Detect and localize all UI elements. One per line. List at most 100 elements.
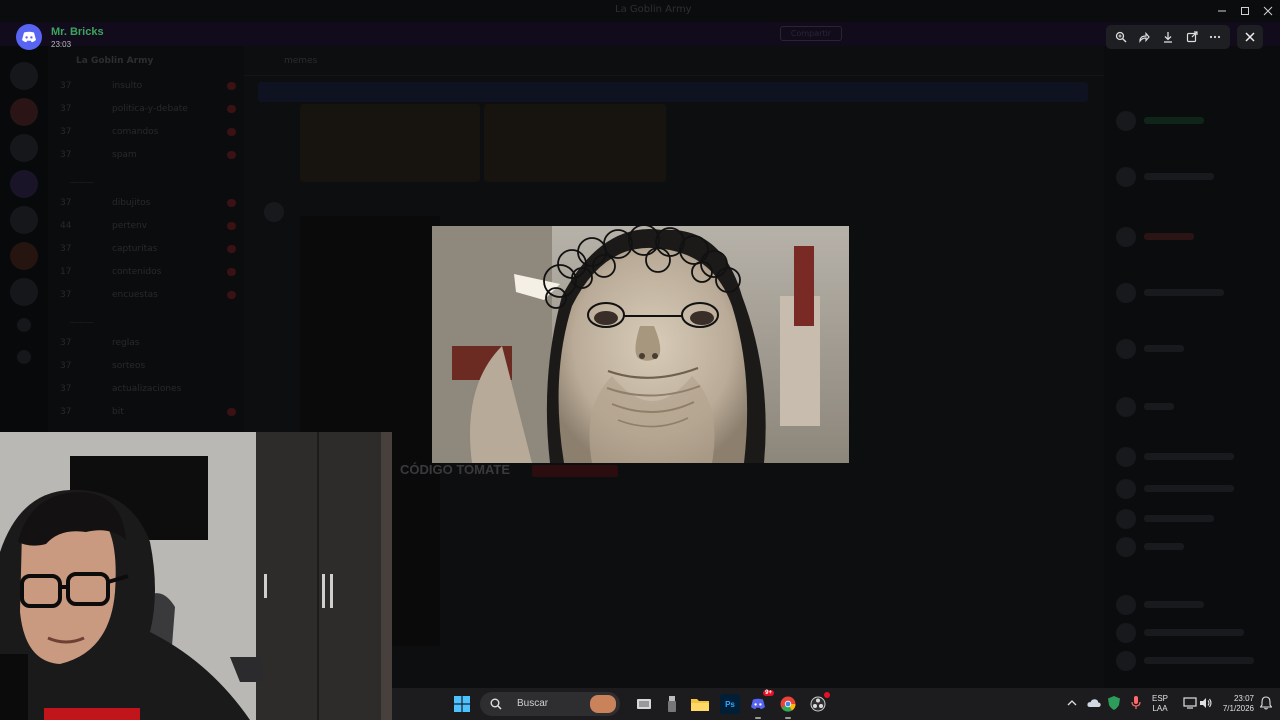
chat-image[interactable] [300, 104, 480, 182]
tray-defender[interactable] [1106, 695, 1122, 711]
taskbar-clock[interactable]: 23:07 7/1/2026 [1214, 694, 1254, 714]
member-item[interactable] [1116, 338, 1266, 360]
chevron-up-icon [1067, 700, 1077, 706]
search-highlight-icon [590, 695, 616, 713]
member-item[interactable] [1116, 536, 1266, 558]
forward-button[interactable] [1135, 28, 1153, 46]
server-icon[interactable] [10, 98, 38, 126]
message-avatar[interactable] [264, 202, 284, 222]
member-item[interactable] [1116, 446, 1266, 468]
language-code: ESP [1152, 694, 1169, 703]
discord-badge: 9+ [763, 690, 774, 696]
member-item[interactable] [1116, 282, 1266, 304]
chrome-icon [780, 696, 796, 712]
channel-item[interactable]: 37 sorteos [48, 358, 244, 376]
recording-dot-icon [824, 692, 830, 698]
download-icon [1163, 32, 1172, 43]
folder-icon [691, 699, 709, 711]
channel-item[interactable]: 37 encuestas [48, 287, 244, 305]
member-item[interactable] [1116, 594, 1266, 616]
tray-network[interactable] [1182, 695, 1198, 711]
tray-volume[interactable] [1198, 695, 1214, 711]
app-running-indicator [755, 717, 761, 719]
taskbar: Buscar Ps 9+ ESP LAA 23:07 7/1/2026 [392, 688, 1280, 720]
taskbar-app-chrome[interactable] [778, 694, 798, 719]
viewer-close-button[interactable] [1237, 25, 1263, 49]
input-language[interactable]: ESP LAA [1152, 694, 1168, 714]
code-tomate-banner: CÓDIGO TOMATE [392, 462, 632, 478]
forward-icon [1139, 31, 1151, 43]
channel-item[interactable]: 37 spam [48, 147, 244, 165]
member-item[interactable] [1116, 622, 1266, 644]
channel-item[interactable]: 37 insulto [48, 78, 244, 96]
bell-icon [1260, 696, 1272, 710]
windows-start-icon[interactable] [454, 696, 470, 712]
member-item[interactable] [1116, 478, 1266, 500]
server-icon[interactable] [10, 278, 38, 306]
channel-item[interactable]: 37 reglas [48, 335, 244, 353]
download-button[interactable] [1159, 28, 1177, 46]
channel-item[interactable]: 37 dibujitos [48, 195, 244, 213]
taskview-button[interactable] [634, 694, 654, 714]
add-server-icon[interactable] [17, 318, 31, 332]
zoom-button[interactable] [1112, 28, 1130, 46]
viewer-username[interactable]: Mr. Bricks [51, 26, 104, 38]
taskbar-app-discord[interactable]: 9+ [748, 690, 774, 719]
viewer-toolbar [1106, 25, 1230, 49]
channel-item[interactable]: 44 pertenv [48, 218, 244, 236]
channel-item[interactable]: 17 contenidos [48, 264, 244, 282]
channel-item[interactable]: 37 actualizaciones [48, 381, 244, 399]
server-icon[interactable] [10, 134, 38, 162]
discord-icon [751, 698, 765, 710]
member-item[interactable] [1116, 650, 1266, 672]
tray-onedrive[interactable] [1086, 695, 1102, 711]
clock-time: 23:07 [1233, 694, 1254, 703]
viewed-image[interactable] [432, 226, 849, 463]
obs-icon [810, 696, 826, 712]
cloud-icon [1087, 699, 1101, 707]
chat-image[interactable] [484, 104, 666, 182]
more-button[interactable] [1206, 28, 1224, 46]
member-item[interactable] [1116, 396, 1266, 418]
discord-avatar[interactable] [16, 24, 42, 50]
channel-category[interactable]: ——— [70, 178, 94, 187]
pinned-banner[interactable] [258, 82, 1088, 102]
channel-item[interactable]: 37 bit [48, 404, 244, 422]
notification-button[interactable] [1258, 695, 1274, 711]
shield-icon [1108, 696, 1120, 710]
explore-icon[interactable] [17, 350, 31, 364]
meme-face-image [432, 226, 849, 463]
zoom-icon [1115, 31, 1127, 43]
image-viewer-header: Mr. Bricks 23:03 [0, 0, 1280, 76]
task-view-icon [637, 699, 651, 709]
taskbar-app-photoshop[interactable]: Ps [720, 694, 740, 714]
server-icon[interactable] [10, 170, 38, 198]
taskbar-app-explorer[interactable] [690, 694, 710, 714]
channel-item[interactable]: 37 capturitas [48, 241, 244, 259]
member-item[interactable] [1116, 110, 1266, 132]
app-running-indicator [785, 717, 791, 719]
speaker-icon [1200, 698, 1212, 708]
webcam-feed [0, 432, 392, 720]
tray-overflow-button[interactable] [1064, 695, 1080, 711]
code-tomate-text: CÓDIGO TOMATE [400, 462, 511, 477]
network-icon [1183, 697, 1197, 709]
member-list [1104, 46, 1280, 720]
taskbar-app-obs[interactable] [808, 692, 830, 714]
server-icon[interactable] [10, 242, 38, 270]
taskbar-app-usb[interactable] [662, 694, 682, 714]
tray-microphone[interactable] [1128, 695, 1144, 711]
viewer-timestamp: 23:03 [51, 40, 72, 49]
open-external-button[interactable] [1183, 28, 1201, 46]
member-item[interactable] [1116, 166, 1266, 188]
server-icon[interactable] [10, 206, 38, 234]
member-item[interactable] [1116, 508, 1266, 530]
channel-item[interactable]: 37 comandos [48, 124, 244, 142]
close-icon [1245, 32, 1255, 42]
usb-drive-icon [668, 696, 676, 712]
microphone-icon [1131, 696, 1141, 709]
channel-category[interactable]: ——— [70, 318, 94, 327]
taskbar-search[interactable]: Buscar [480, 692, 620, 716]
channel-item[interactable]: 37 politica-y-debate [48, 101, 244, 119]
member-item[interactable] [1116, 226, 1266, 248]
